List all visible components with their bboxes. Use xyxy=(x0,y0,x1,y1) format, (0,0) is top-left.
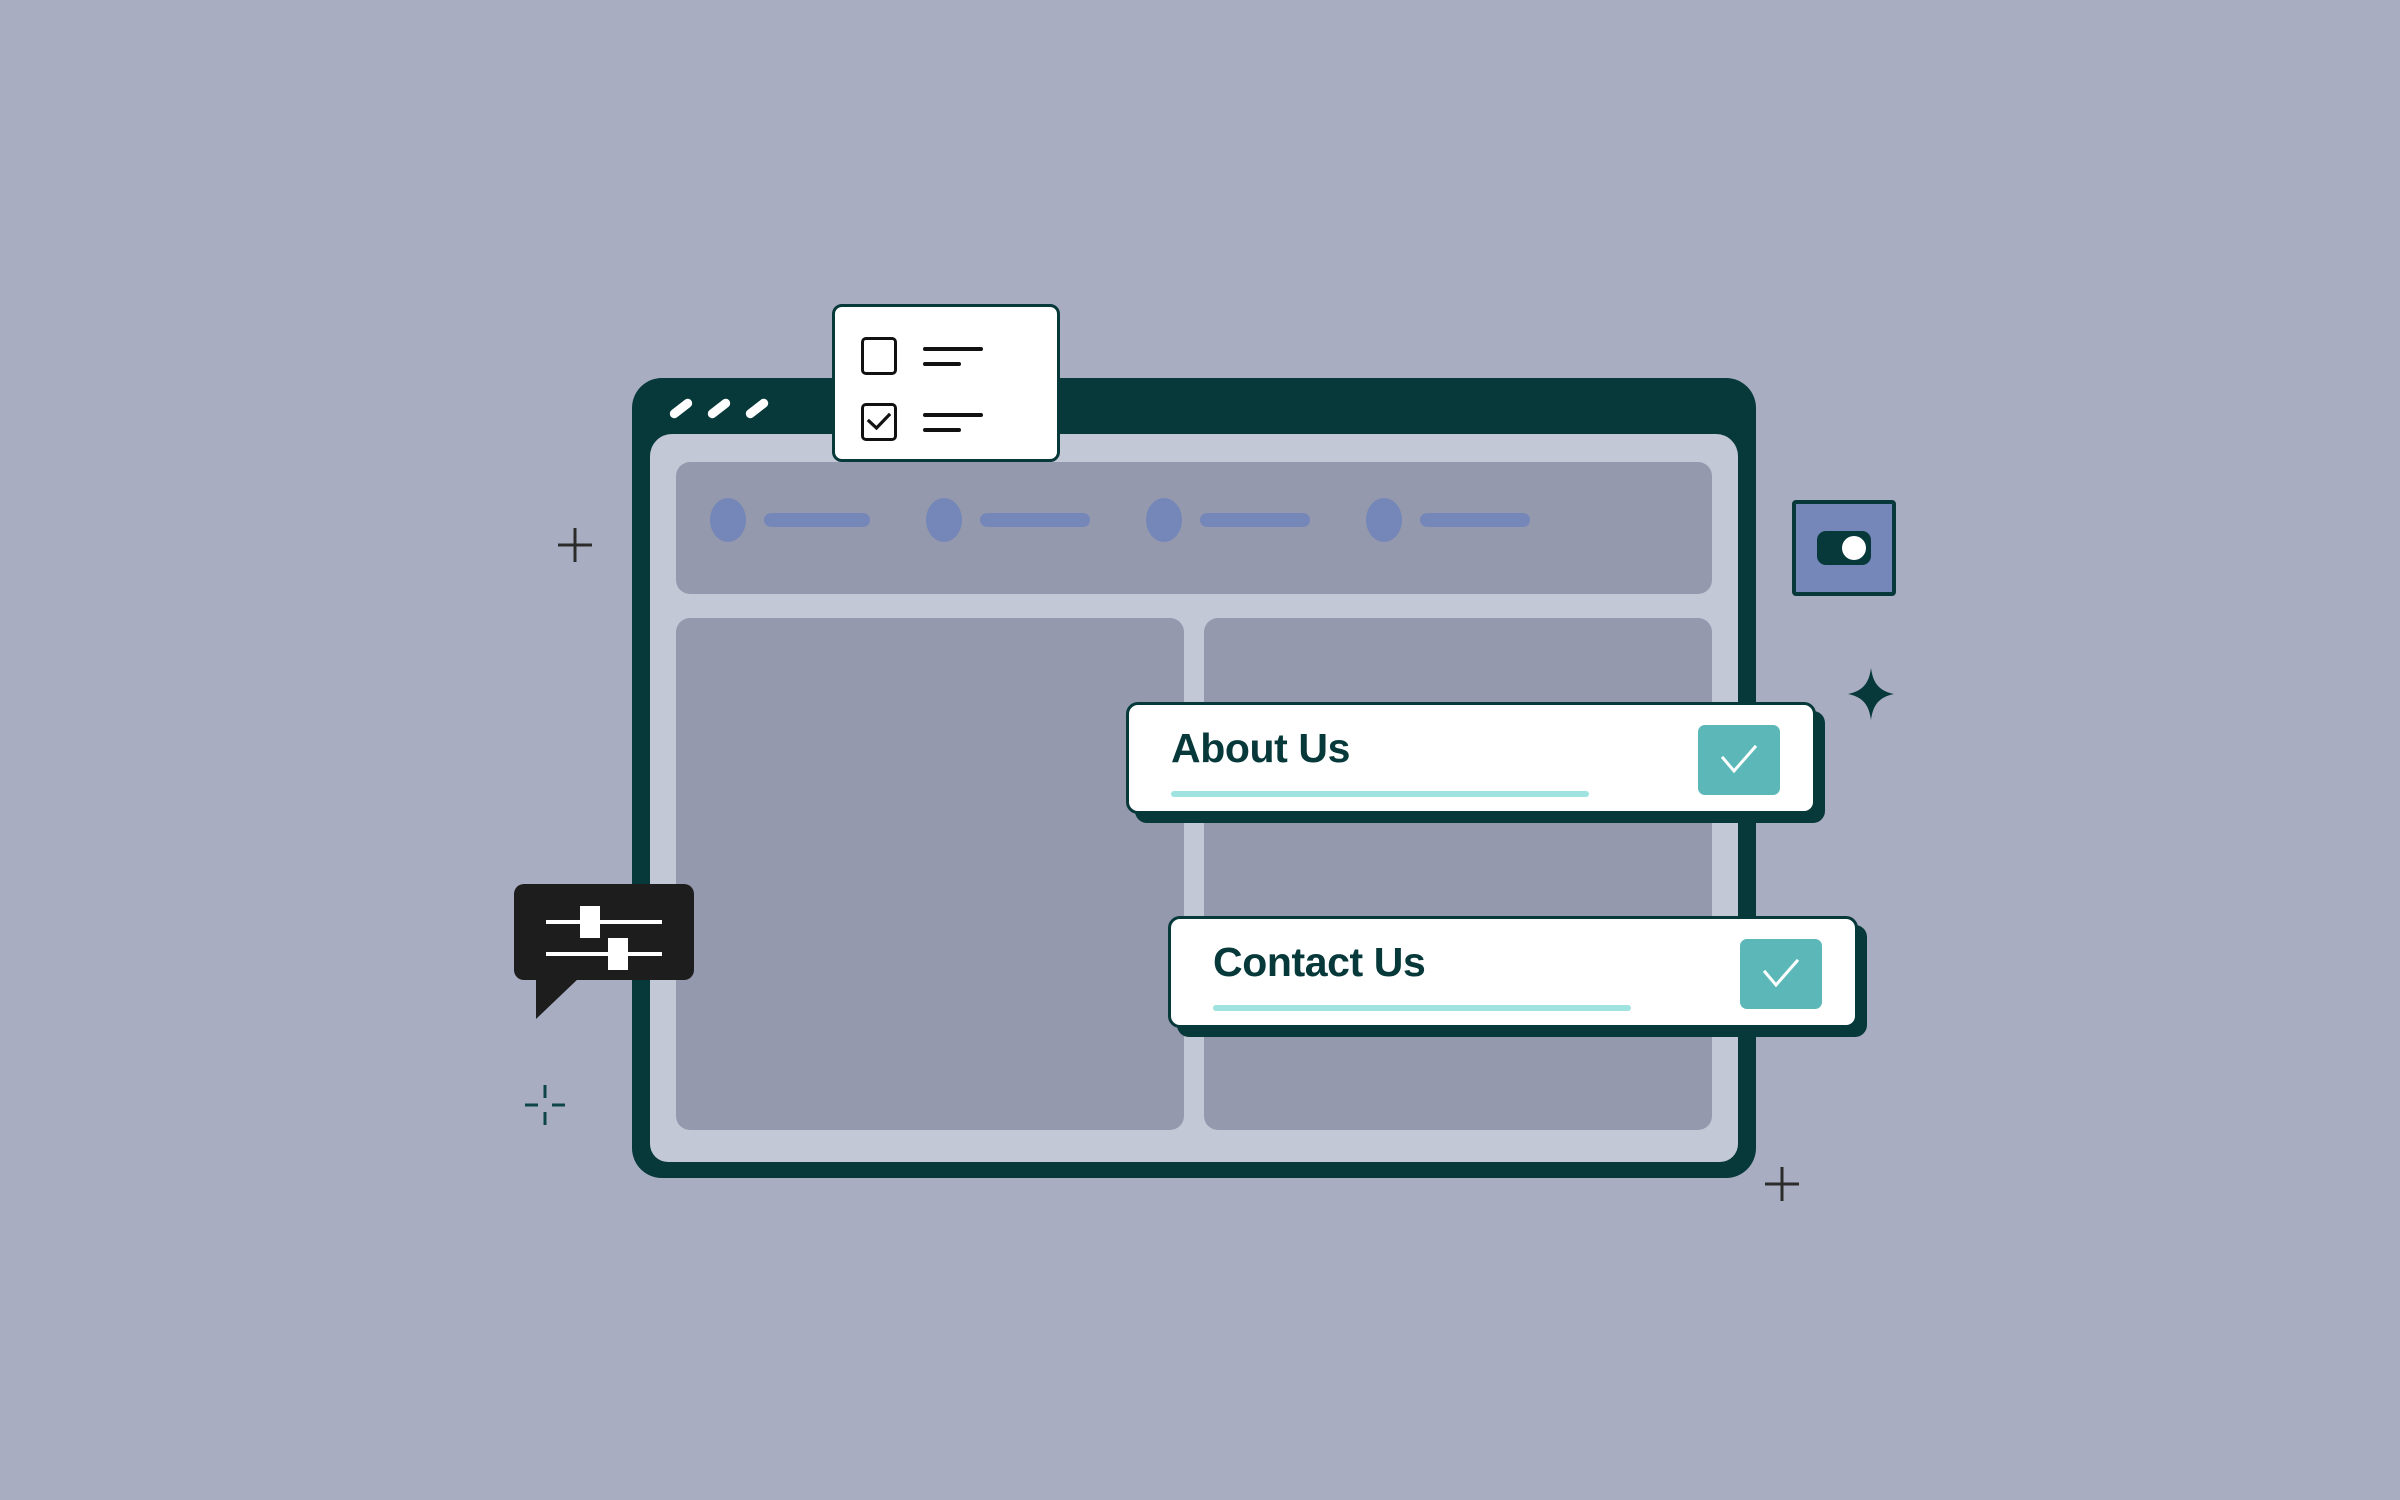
checklist-row-1-lines xyxy=(923,346,983,366)
titlebar-dash-2-icon xyxy=(705,396,733,421)
slider-bottom[interactable] xyxy=(546,938,662,970)
nav-item-1[interactable] xyxy=(710,498,870,542)
checked-checkbox-icon[interactable] xyxy=(861,403,897,441)
nav-dot-icon xyxy=(1146,498,1182,542)
nav-item-2[interactable] xyxy=(926,498,1090,542)
text-line-short xyxy=(923,361,961,366)
nav-bar-line xyxy=(1200,513,1310,527)
text-line-long xyxy=(923,346,983,351)
content-panel-left xyxy=(676,618,1184,1130)
checkmark-icon xyxy=(1720,744,1758,774)
content-panel-right xyxy=(1204,618,1712,1130)
titlebar-dash-1-icon xyxy=(667,396,695,421)
nav-dot-icon xyxy=(1366,498,1402,542)
nav-bar-line xyxy=(1420,513,1530,527)
navbar-panel xyxy=(676,462,1712,594)
action-card-contact-us[interactable]: Contact Us xyxy=(1168,916,1858,1028)
action-card-contact-us-label: Contact Us xyxy=(1213,939,1426,985)
checklist-row-2-lines xyxy=(923,412,983,432)
nav-dot-icon xyxy=(710,498,746,542)
plus-mark-bottom-right-icon xyxy=(1765,1167,1799,1201)
action-card-about-us[interactable]: About Us xyxy=(1126,702,1816,814)
sparkle-mark-icon xyxy=(1848,668,1894,720)
nav-bar-line xyxy=(764,513,870,527)
action-card-about-us-check-button[interactable] xyxy=(1698,725,1780,795)
nav-dot-icon xyxy=(926,498,962,542)
nav-bar-line xyxy=(980,513,1090,527)
nav-item-3[interactable] xyxy=(1146,498,1310,542)
text-line-short xyxy=(923,427,961,432)
text-line-long xyxy=(923,412,983,417)
empty-checkbox-icon[interactable] xyxy=(861,337,897,375)
illustration-stage: About Us Contact Us xyxy=(0,0,2400,1500)
toggle-switch[interactable] xyxy=(1817,531,1871,565)
nav-items xyxy=(710,498,1586,542)
slider-top-knob[interactable] xyxy=(580,906,600,938)
nav-item-4[interactable] xyxy=(1366,498,1530,542)
action-card-contact-us-underline xyxy=(1213,1005,1631,1011)
slider-bottom-knob[interactable] xyxy=(608,938,628,970)
action-card-contact-us-check-button[interactable] xyxy=(1740,939,1822,1009)
action-card-about-us-label: About Us xyxy=(1171,725,1350,771)
checklist-row-1[interactable] xyxy=(835,325,1057,387)
checklist-card xyxy=(832,304,1060,462)
toggle-tile[interactable] xyxy=(1792,500,1896,596)
checklist-row-2[interactable] xyxy=(835,391,1057,453)
checkmark-icon xyxy=(1762,958,1800,988)
titlebar-dash-3-icon xyxy=(743,396,771,421)
toggle-knob[interactable] xyxy=(1842,536,1866,560)
slider-top[interactable] xyxy=(546,906,662,938)
action-card-about-us-underline xyxy=(1171,791,1589,797)
window-titlebar xyxy=(632,378,1756,440)
plus-mark-left-icon xyxy=(558,528,592,562)
crosshair-mark-icon xyxy=(525,1085,565,1125)
settings-bubble[interactable] xyxy=(514,884,694,1019)
